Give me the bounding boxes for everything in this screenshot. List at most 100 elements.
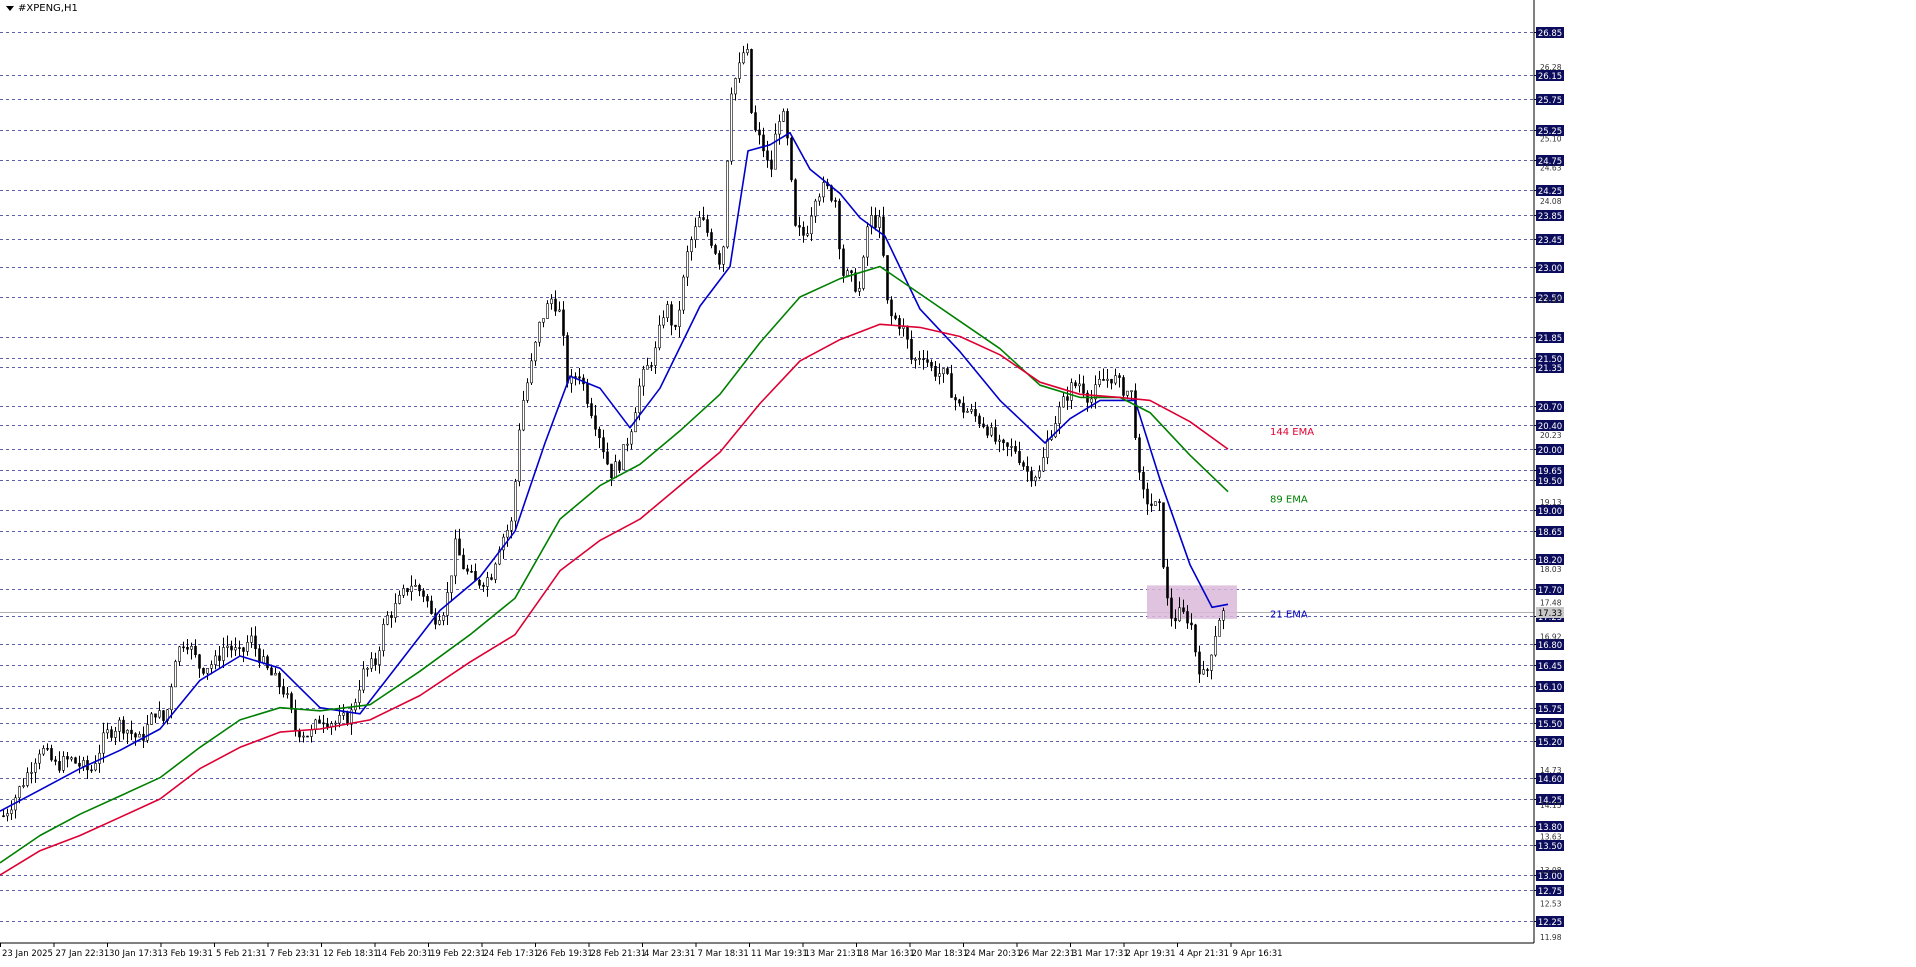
candle-body: [886, 255, 889, 301]
candle-body: [186, 647, 189, 650]
candle-body: [1078, 383, 1081, 387]
candle-body: [686, 251, 689, 278]
candle-body: [1162, 502, 1165, 568]
price-level-label: 18.65: [1538, 528, 1562, 538]
price-chart[interactable]: 21 EMA89 EMA144 EMA 26.8526.1525.7525.25…: [0, 0, 1916, 963]
candle-body: [1026, 466, 1029, 472]
dropdown-triangle-icon[interactable]: [6, 5, 14, 11]
candle-body: [534, 341, 537, 362]
candle-body: [1206, 669, 1209, 671]
candle-body: [190, 645, 193, 650]
candle-body: [1202, 669, 1205, 675]
candle-body: [486, 577, 489, 587]
candle-body: [798, 225, 801, 228]
price-level-label: 25.75: [1538, 96, 1562, 106]
candle-body: [598, 428, 601, 439]
candle-body: [998, 439, 1001, 442]
candle-body: [706, 219, 709, 233]
candle-body: [270, 667, 273, 676]
price-level-label: 19.00: [1538, 507, 1562, 517]
price-level-label: 12.75: [1538, 887, 1562, 897]
candle-body: [966, 410, 969, 413]
symbol-title: #XPENG,H1: [6, 3, 78, 14]
candle-body: [1138, 437, 1141, 473]
candle-body: [746, 49, 749, 54]
candle-body: [414, 584, 417, 587]
candle-body: [338, 715, 341, 724]
time-label: 28 Feb 21:31: [591, 949, 647, 959]
price-scale-label: 24.08: [1540, 197, 1562, 206]
candle-body: [802, 226, 805, 236]
candle-body: [722, 246, 725, 265]
candle-body: [382, 624, 385, 652]
time-label: 19 Feb 22:31: [430, 949, 486, 959]
candle-body: [170, 686, 173, 711]
candle-body: [566, 335, 569, 384]
candle-body: [1126, 390, 1129, 396]
candle-body: [982, 423, 985, 428]
time-label: 27 Jan 22:31: [56, 949, 110, 959]
candle-body: [378, 650, 381, 665]
candle-body: [402, 588, 405, 596]
candle-body: [1218, 620, 1221, 637]
time-label: 3 Feb 19:31: [163, 949, 213, 959]
chart-window[interactable]: #XPENG,H1 21 EMA 89 EMA 144 EMA 26.85 26.15…: [0, 0, 1916, 963]
candle-body: [994, 427, 997, 442]
candle-body: [6, 813, 9, 817]
candle-body: [754, 112, 757, 131]
time-label: 24 Feb 17:31: [484, 949, 540, 959]
candle-body: [126, 729, 129, 734]
candle-body: [778, 121, 781, 135]
candle-body: [662, 317, 665, 326]
candle-body: [1222, 610, 1225, 621]
price-level-label: 15.50: [1538, 720, 1562, 730]
candle-body: [910, 338, 913, 360]
price-level-label: 20.00: [1538, 446, 1562, 456]
candle-body: [714, 245, 717, 254]
candle-body: [406, 588, 409, 593]
candle-body: [666, 304, 669, 319]
price-scale-label: 25.10: [1540, 135, 1562, 144]
candle-body: [386, 615, 389, 625]
candle-body: [122, 719, 125, 734]
price-scale-label: 14.15: [1540, 801, 1562, 810]
candle-body: [358, 689, 361, 703]
candle-body: [770, 159, 773, 170]
candle-body: [430, 600, 433, 614]
candle-body: [78, 762, 81, 767]
candle-body: [410, 585, 413, 593]
candle-body: [250, 635, 253, 643]
ema-label: 89 EMA: [1270, 495, 1308, 506]
time-label: 13 Mar 21:31: [805, 949, 862, 959]
candle-body: [670, 304, 673, 326]
price-level-label: 13.80: [1538, 823, 1562, 833]
candle-body: [2, 815, 5, 818]
price-level-label: 21.85: [1538, 334, 1562, 344]
candle-body: [1054, 423, 1057, 438]
candle-body: [102, 732, 105, 754]
candle-body: [546, 303, 549, 319]
candle-body: [490, 577, 493, 580]
candle-body: [482, 584, 485, 587]
time-axis: 23 Jan 2025 27 Jan 22:31 30 Jan 17:31 3 Feb…: [0, 942, 1534, 959]
candle-body: [38, 753, 41, 764]
candle-body: [814, 200, 817, 217]
candle-body: [274, 673, 277, 676]
candle-body: [510, 520, 513, 531]
price-level-label: 14.60: [1538, 775, 1562, 785]
candle-body: [182, 646, 185, 649]
price-level-label: 12.25: [1538, 918, 1562, 928]
candle-body: [322, 722, 325, 725]
candle-body: [506, 530, 509, 538]
candle-body: [262, 656, 265, 664]
candle-body: [962, 402, 965, 413]
candle-body: [150, 713, 153, 725]
candle-body: [114, 731, 117, 738]
candle-body: [522, 400, 525, 431]
candle-body: [614, 461, 617, 479]
price-scale-label: 16.92: [1540, 633, 1562, 642]
candle-body: [218, 655, 221, 661]
candle-body: [70, 757, 73, 760]
candle-body: [390, 615, 393, 618]
price-level-label: 15.20: [1538, 738, 1562, 748]
